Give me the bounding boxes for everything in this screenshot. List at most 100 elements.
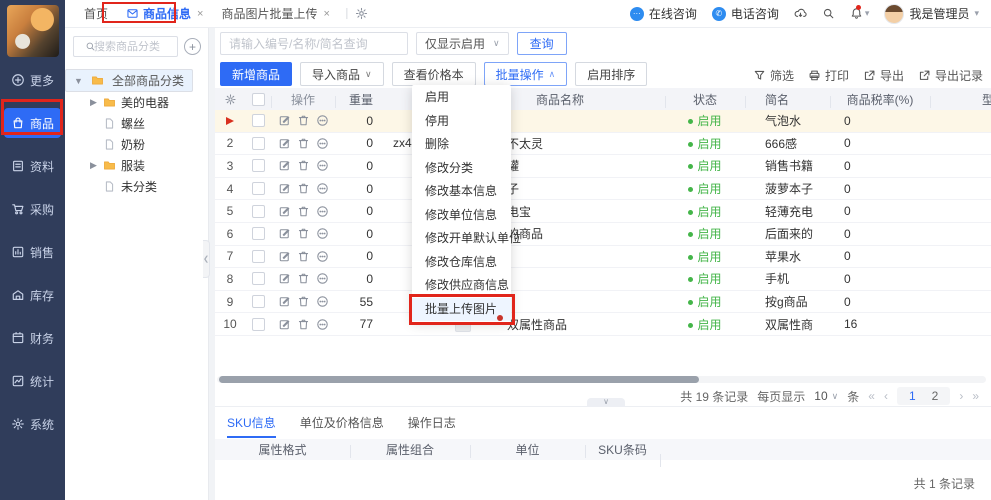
tab-image-batch-upload[interactable]: 商品图片批量上传 × — [212, 0, 338, 28]
table-row[interactable]: 9 55 启用 按g商品 0 — [215, 291, 991, 314]
tabs-settings-gear-icon[interactable] — [355, 7, 368, 20]
delete-icon[interactable] — [297, 205, 310, 218]
export-button[interactable]: 导出 — [863, 67, 904, 84]
delete-icon[interactable] — [297, 137, 310, 150]
bulk-menu-item-disable[interactable]: 停用 — [412, 110, 511, 134]
sidebar-item-sales[interactable]: 销售 — [4, 237, 61, 267]
edit-icon[interactable] — [278, 295, 291, 308]
bulk-actions-button[interactable]: 批量操作 ∧ — [483, 62, 568, 86]
page-button-2[interactable]: 2 — [932, 389, 939, 403]
table-row[interactable]: 2 0 zx45 不太灵 启用 666感 0 — [215, 133, 991, 156]
bottom-tab-1[interactable]: 单位及价格信息 — [300, 414, 384, 438]
search-icon[interactable] — [822, 7, 835, 20]
select-all-checkbox[interactable] — [251, 92, 265, 106]
more-icon[interactable] — [316, 272, 329, 285]
add-product-button[interactable]: 新增商品 — [220, 62, 293, 86]
edit-icon[interactable] — [278, 159, 291, 172]
more-icon[interactable] — [316, 295, 329, 308]
export-log-button[interactable]: 导出记录 — [918, 67, 983, 84]
row-checkbox[interactable] — [251, 227, 265, 241]
table-row[interactable]: 0 启用 气泡水 0 — [215, 110, 991, 133]
bottom-tab-2[interactable]: 操作日志 — [408, 414, 456, 438]
bottom-tab-0[interactable]: SKU信息 — [227, 414, 276, 438]
edit-icon[interactable] — [278, 318, 291, 331]
row-checkbox[interactable] — [251, 136, 265, 150]
app-logo[interactable] — [6, 5, 59, 57]
row-checkbox[interactable] — [251, 317, 265, 331]
add-category-button[interactable]: + — [184, 38, 201, 55]
sidebar-item-stats[interactable]: 统计 — [4, 366, 61, 396]
close-icon[interactable]: × — [197, 8, 203, 20]
tab-home[interactable]: 首页 — [75, 0, 117, 28]
status-filter-select[interactable]: 仅显示启用 ∨ — [416, 32, 509, 55]
row-checkbox[interactable] — [251, 272, 265, 286]
next-page-button[interactable]: › — [959, 389, 963, 403]
panel-collapse-handle[interactable]: ∨ — [587, 398, 625, 407]
sidebar-item-more[interactable]: 更多 — [4, 65, 61, 95]
more-icon[interactable] — [316, 227, 329, 240]
table-row[interactable]: 4 0 子启用 菠萝本子 0 — [215, 178, 991, 201]
table-row[interactable]: 6 0 的商品 启用 后面来的 0 — [215, 223, 991, 246]
bulk-menu-item-edit-basic-info[interactable]: 修改基本信息 — [412, 180, 511, 204]
close-icon[interactable]: × — [323, 8, 329, 20]
bulk-menu-item-edit-warehouse-info[interactable]: 修改仓库信息 — [412, 251, 511, 275]
bulk-menu-item-edit-default-unit[interactable]: 修改开单默认单位 — [412, 227, 521, 251]
more-icon[interactable] — [316, 137, 329, 150]
row-checkbox[interactable] — [251, 295, 265, 309]
cloud-download-icon[interactable] — [794, 7, 807, 20]
row-checkbox[interactable] — [251, 114, 265, 128]
keyword-search-input[interactable] — [220, 32, 408, 55]
sidebar-item-system[interactable]: 系统 — [4, 409, 61, 439]
bulk-menu-item-edit-category[interactable]: 修改分类 — [412, 157, 511, 181]
edit-icon[interactable] — [278, 205, 291, 218]
delete-icon[interactable] — [297, 159, 310, 172]
edit-icon[interactable] — [278, 250, 291, 263]
edit-icon[interactable] — [278, 182, 291, 195]
delete-icon[interactable] — [297, 182, 310, 195]
row-checkbox[interactable] — [251, 249, 265, 263]
more-icon[interactable] — [316, 250, 329, 263]
sidebar-item-finance[interactable]: 财务 — [4, 323, 61, 353]
more-icon[interactable] — [316, 182, 329, 195]
user-menu[interactable]: 我是管理员 ▾ — [884, 3, 979, 24]
more-icon[interactable] — [316, 318, 329, 331]
per-page-select[interactable]: 10 ∨ — [814, 389, 838, 403]
tree-node-1[interactable]: ▶ 美的电器 — [65, 92, 208, 113]
table-row[interactable]: 5 0 电宝 启用 轻薄充电 0 — [215, 200, 991, 223]
tree-node-2[interactable]: 螺丝 — [65, 113, 208, 134]
query-button[interactable]: 查询 — [516, 32, 567, 55]
tree-node-4[interactable]: ▶ 服装 — [65, 155, 208, 176]
table-row[interactable]: 7 0 启用 苹果水 0 — [215, 246, 991, 269]
delete-icon[interactable] — [297, 272, 310, 285]
enable-sort-button[interactable]: 启用排序 — [575, 62, 648, 86]
edit-icon[interactable] — [278, 137, 291, 150]
online-consult-link[interactable]: ··· 在线咨询 — [629, 5, 697, 22]
delete-icon[interactable] — [297, 295, 310, 308]
sidebar-item-inventory[interactable]: 库存 — [4, 280, 61, 310]
tree-collapse-handle[interactable]: ❮ — [203, 240, 210, 278]
delete-icon[interactable] — [297, 318, 310, 331]
table-settings-gear-icon[interactable] — [215, 93, 245, 106]
import-product-button[interactable]: 导入商品 ∨ — [300, 62, 384, 86]
notifications-button[interactable]: ▾ — [850, 5, 869, 20]
edit-icon[interactable] — [278, 272, 291, 285]
print-button[interactable]: 打印 — [808, 67, 849, 84]
prev-page-button[interactable]: ‹ — [884, 389, 888, 403]
bulk-menu-item-delete[interactable]: 删除 — [412, 133, 511, 157]
filter-button[interactable]: 筛选 — [753, 67, 794, 84]
row-checkbox[interactable] — [251, 204, 265, 218]
caret-right-icon[interactable]: ▶ — [89, 97, 98, 108]
edit-icon[interactable] — [278, 114, 291, 127]
caret-right-icon[interactable]: ▶ — [89, 160, 98, 171]
phone-consult-link[interactable]: ✆ 电话咨询 — [711, 5, 779, 22]
table-row[interactable]: 3 0 罐启用 销售书籍 0 — [215, 155, 991, 178]
more-icon[interactable] — [316, 205, 329, 218]
sidebar-item-goods[interactable]: 商品 — [4, 108, 61, 138]
edit-icon[interactable] — [278, 227, 291, 240]
delete-icon[interactable] — [297, 114, 310, 127]
tree-node-5[interactable]: 未分类 — [65, 176, 208, 197]
bulk-menu-item-edit-supplier-info[interactable]: 修改供应商信息 — [412, 274, 511, 298]
row-checkbox[interactable] — [251, 159, 265, 173]
bulk-menu-item-edit-unit-info[interactable]: 修改单位信息 — [412, 204, 511, 228]
first-page-button[interactable]: « — [868, 389, 875, 403]
